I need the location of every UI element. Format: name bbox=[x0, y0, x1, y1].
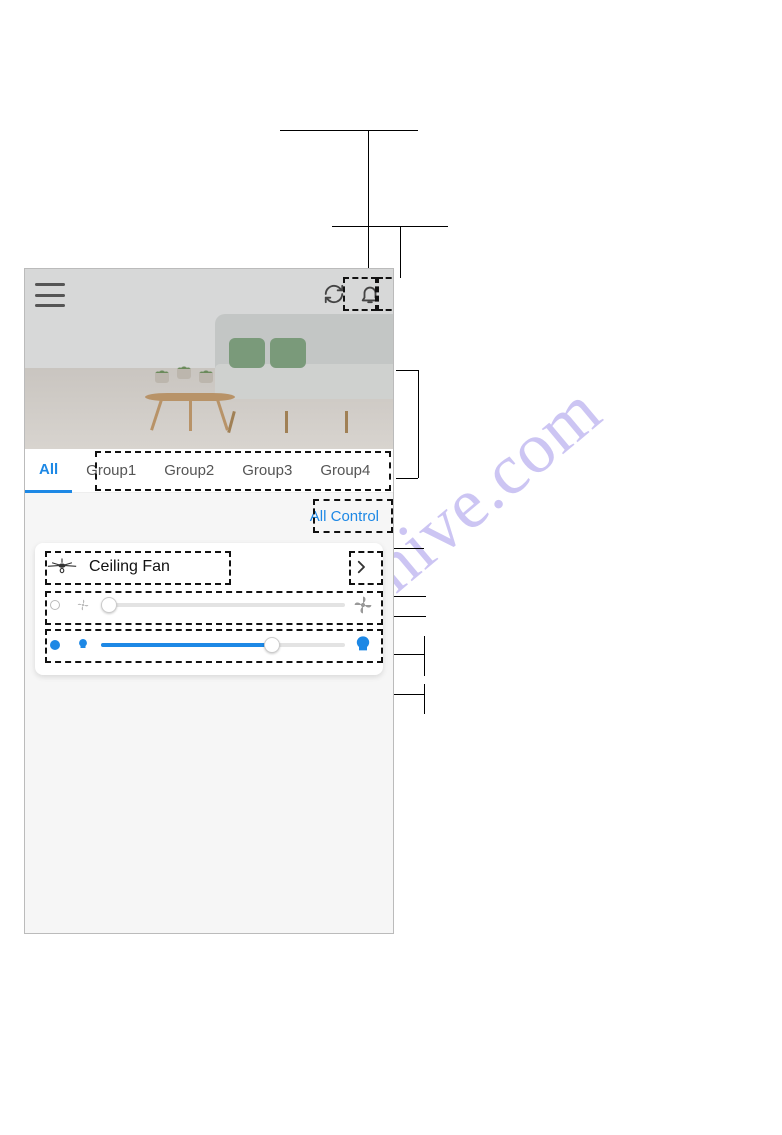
tab-group4[interactable]: Group4 bbox=[306, 449, 384, 493]
tab-group1[interactable]: Group1 bbox=[72, 449, 150, 493]
tab-label: Group4 bbox=[320, 462, 370, 479]
callout-line bbox=[394, 548, 424, 549]
tab-all[interactable]: All bbox=[25, 449, 72, 493]
device-details-button[interactable] bbox=[349, 555, 373, 579]
device-name: Ceiling Fan bbox=[89, 558, 170, 576]
slider-track[interactable] bbox=[101, 603, 345, 607]
control-bar: All Control bbox=[25, 493, 393, 539]
bulb-small-icon bbox=[73, 635, 93, 655]
callout-line bbox=[368, 130, 369, 278]
callout-line bbox=[418, 370, 419, 478]
callout-line bbox=[280, 130, 418, 131]
slider-track[interactable] bbox=[101, 643, 345, 647]
tab-label: Group3 bbox=[242, 462, 292, 479]
chevron-right-icon bbox=[352, 558, 370, 576]
light-brightness-slider[interactable] bbox=[45, 629, 373, 661]
callout-line bbox=[424, 636, 425, 676]
callout-line bbox=[424, 684, 425, 714]
bulb-large-icon bbox=[353, 635, 373, 655]
slider-thumb[interactable] bbox=[264, 637, 280, 653]
callout-line bbox=[400, 226, 401, 278]
notifications-button[interactable] bbox=[355, 279, 385, 309]
callout-line bbox=[394, 694, 424, 695]
home-header-image bbox=[25, 269, 393, 449]
power-ring-icon bbox=[45, 595, 65, 615]
slider-thumb[interactable] bbox=[101, 597, 117, 613]
plant-decor bbox=[153, 355, 171, 383]
device-card: Ceiling Fan bbox=[35, 543, 383, 675]
callout-line bbox=[396, 478, 418, 479]
plant-decor bbox=[175, 351, 193, 379]
tab-label: All bbox=[39, 461, 58, 478]
callout-line bbox=[332, 226, 448, 227]
tab-label: Group1 bbox=[86, 462, 136, 479]
fan-speed-slider[interactable] bbox=[45, 589, 373, 621]
callout-line bbox=[394, 654, 424, 655]
app-screen: All Group1 Group2 Group3 Group4 All Cont… bbox=[24, 268, 394, 934]
group-tabs: All Group1 Group2 Group3 Group4 bbox=[25, 449, 393, 493]
refresh-button[interactable] bbox=[319, 279, 349, 309]
fan-large-icon bbox=[353, 595, 373, 615]
tab-group3[interactable]: Group3 bbox=[228, 449, 306, 493]
menu-button[interactable] bbox=[35, 283, 65, 307]
power-dot-icon bbox=[45, 635, 65, 655]
ceiling-fan-icon bbox=[45, 557, 79, 577]
refresh-icon bbox=[323, 283, 345, 305]
callout-line bbox=[396, 370, 418, 371]
fan-small-icon bbox=[73, 595, 93, 615]
bell-icon bbox=[359, 283, 381, 305]
tab-label: Group2 bbox=[164, 462, 214, 479]
all-control-link[interactable]: All Control bbox=[310, 508, 379, 525]
tab-group2[interactable]: Group2 bbox=[150, 449, 228, 493]
plant-decor bbox=[197, 355, 215, 383]
sofa-decor bbox=[215, 314, 393, 429]
